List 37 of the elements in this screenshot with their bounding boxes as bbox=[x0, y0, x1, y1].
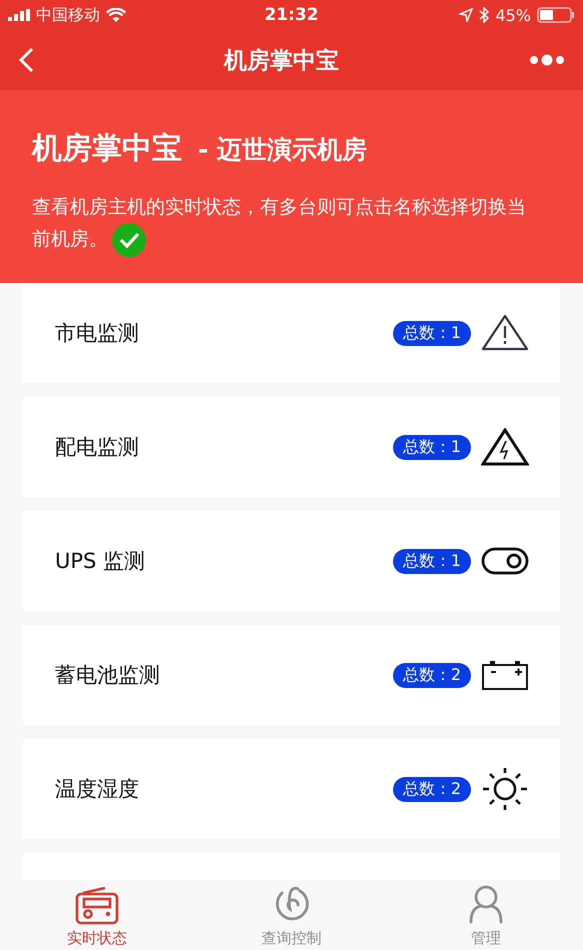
toggle-icon bbox=[481, 547, 529, 575]
description-text: 查看机房主机的实时状态，有多台则可点击名称选择切换当前机房。 bbox=[32, 196, 526, 250]
bluetooth-icon bbox=[479, 7, 490, 23]
clock-time: 21:32 bbox=[264, 5, 319, 25]
wifi-icon bbox=[106, 8, 126, 22]
page-title: 机房掌中宝 bbox=[224, 46, 339, 76]
count-badge: 总数：1 bbox=[392, 320, 471, 346]
battery-icon bbox=[537, 7, 575, 23]
banner-title: 机房掌中宝 bbox=[32, 130, 182, 168]
battery-percent: 45% bbox=[495, 6, 531, 24]
more-icon[interactable] bbox=[529, 53, 565, 67]
warning-icon bbox=[481, 314, 529, 352]
carrier-name: 中国移动 bbox=[36, 4, 100, 26]
sun-icon bbox=[481, 767, 529, 811]
item-name: UPS 监测 bbox=[55, 548, 146, 575]
monitor-card[interactable]: 温度湿度 总数：2 bbox=[23, 739, 560, 839]
user-icon bbox=[468, 885, 504, 925]
count-badge: 总数：2 bbox=[392, 776, 471, 802]
count-badge: 总数：2 bbox=[392, 662, 471, 688]
count-badge: 总数：1 bbox=[392, 434, 471, 460]
room-name[interactable]: - 迈世演示机房 bbox=[198, 133, 368, 166]
monitor-card[interactable]: 市电监测 总数：1 bbox=[23, 283, 560, 383]
battery-icon bbox=[481, 660, 529, 690]
monitor-card[interactable]: 蓄电池监测 总数：2 bbox=[23, 625, 560, 725]
tab[interactable]: 实时状态 bbox=[0, 880, 194, 950]
location-icon bbox=[459, 8, 474, 22]
item-name: 市电监测 bbox=[55, 320, 140, 347]
high-voltage-icon bbox=[481, 428, 529, 466]
signal-icon bbox=[8, 9, 30, 21]
back-icon[interactable] bbox=[18, 47, 34, 73]
item-name: 温度湿度 bbox=[55, 776, 140, 803]
radio-icon bbox=[75, 887, 120, 925]
item-name: 配电监测 bbox=[55, 434, 140, 461]
count-badge: 总数：1 bbox=[392, 548, 471, 574]
item-name: 蓄电池监测 bbox=[55, 662, 161, 689]
monitor-card[interactable]: 配电监测 总数：1 bbox=[23, 397, 560, 497]
monitor-card[interactable]: UPS 监测 总数：1 bbox=[23, 511, 560, 611]
